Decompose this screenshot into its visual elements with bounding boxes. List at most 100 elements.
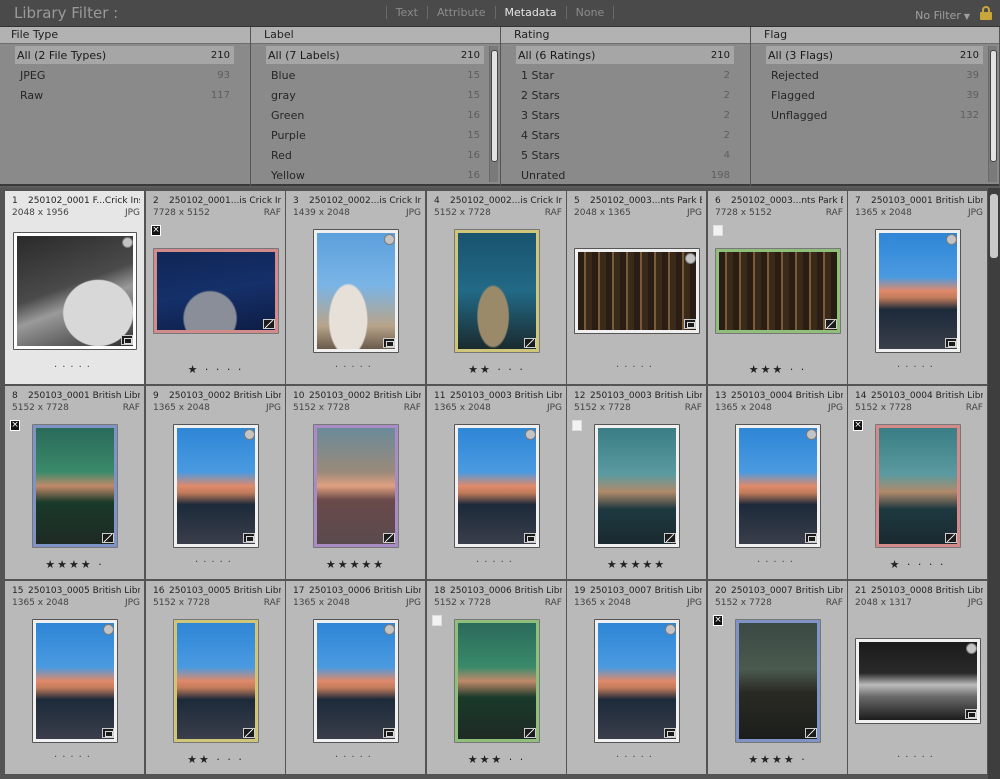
quick-collection-icon[interactable] [525, 429, 536, 440]
filter-row[interactable]: Green 16 [251, 106, 486, 126]
thumbnail-cell[interactable]: 20 250103_0007 British Library 5152 x 7728… [708, 581, 847, 774]
filter-row[interactable]: 5 Stars 4 [501, 146, 736, 166]
crop-badge-icon[interactable] [243, 533, 255, 543]
thumbnail-frame[interactable] [855, 638, 981, 724]
star-rating[interactable]: ····· [567, 362, 706, 373]
crop-badge-icon[interactable] [383, 728, 395, 738]
thumbnail-frame[interactable] [594, 619, 680, 743]
thumbnail-cell[interactable]: 17 250103_0006 British Library 1365 x 2048… [286, 581, 425, 774]
thumbnail-image[interactable] [879, 428, 957, 544]
column-header[interactable]: File Type [0, 27, 250, 44]
thumbnail-image[interactable] [879, 233, 957, 349]
star-rating[interactable]: ····· [286, 752, 425, 763]
quick-collection-icon[interactable] [946, 234, 957, 245]
filter-row[interactable]: Flagged 39 [751, 86, 985, 106]
filter-row[interactable]: All (2 File Types) 210 [15, 46, 234, 64]
thumbnail-frame[interactable] [32, 424, 118, 548]
develop-adjustments-icon[interactable] [805, 728, 817, 738]
thumbnail-image[interactable] [157, 252, 275, 330]
quick-collection-icon[interactable] [122, 237, 133, 248]
thumbnail-cell[interactable]: 6 250102_0003...nts Park Estate 7728 x 515… [708, 191, 847, 384]
quick-collection-icon[interactable] [103, 624, 114, 635]
crop-badge-icon[interactable] [383, 338, 395, 348]
thumbnail-cell[interactable]: 21 250103_0008 British Library 2048 x 1317… [848, 581, 987, 774]
star-rating[interactable]: ★★★★★ [567, 558, 706, 571]
filter-row[interactable]: 1 Star 2 [501, 66, 736, 86]
thumbnail-frame[interactable] [454, 424, 540, 548]
quick-collection-icon[interactable] [685, 253, 696, 264]
quick-collection-icon[interactable] [665, 624, 676, 635]
column-header[interactable]: Rating [501, 27, 750, 44]
thumbnail-frame[interactable] [574, 248, 700, 334]
thumbnail-image[interactable] [177, 623, 255, 739]
tab-text[interactable]: Text [385, 6, 428, 19]
thumbnail-image[interactable] [177, 428, 255, 544]
thumbnail-cell[interactable]: 5 250102_0003...nts Park Estate 2048 x 136… [567, 191, 706, 384]
develop-adjustments-icon[interactable] [383, 533, 395, 543]
quick-collection-icon[interactable] [244, 429, 255, 440]
thumbnail-frame[interactable] [173, 619, 259, 743]
thumbnail-cell[interactable]: 14 250103_0004 British Library 5152 x 7728… [848, 386, 987, 579]
thumbnail-cell[interactable]: 3 250102_0002...is Crick Institute 1439 x … [286, 191, 425, 384]
thumbnail-cell[interactable]: 10 250103_0002 British Library 5152 x 7728… [286, 386, 425, 579]
quick-collection-icon[interactable] [384, 234, 395, 245]
star-rating[interactable]: ····· [286, 362, 425, 373]
pick-flag-icon[interactable] [713, 225, 723, 236]
thumbnail-image[interactable] [719, 252, 837, 330]
tab-attribute[interactable]: Attribute [428, 6, 496, 19]
crop-badge-icon[interactable] [805, 533, 817, 543]
star-rating[interactable]: ····· [848, 362, 987, 373]
filter-row[interactable]: Unrated 198 [501, 166, 736, 186]
rejected-flag-icon[interactable]: × [713, 615, 723, 626]
thumbnail-cell[interactable]: 1 250102_0001 F...Crick Institute 2048 x 1… [5, 191, 144, 384]
star-rating[interactable]: ★★★★★ [286, 558, 425, 571]
crop-badge-icon[interactable] [945, 338, 957, 348]
thumbnail-image[interactable] [17, 236, 133, 346]
develop-adjustments-icon[interactable] [243, 728, 255, 738]
quick-collection-icon[interactable] [966, 643, 977, 654]
tab-none[interactable]: None [567, 6, 615, 19]
thumbnail-frame[interactable] [715, 248, 841, 334]
filter-row[interactable]: All (6 Ratings) 210 [516, 46, 734, 64]
tab-metadata[interactable]: Metadata [496, 6, 567, 19]
thumbnail-frame[interactable] [153, 248, 279, 334]
thumbnail-frame[interactable] [735, 424, 821, 548]
develop-adjustments-icon[interactable] [825, 319, 837, 329]
thumbnail-cell[interactable]: 18 250103_0006 British Library 5152 x 7728… [427, 581, 566, 774]
filter-row[interactable]: All (7 Labels) 210 [266, 46, 484, 64]
crop-badge-icon[interactable] [121, 335, 133, 345]
column-header[interactable]: Label [251, 27, 500, 44]
thumbnail-cell[interactable]: 13 250103_0004 British Library 1365 x 2048… [708, 386, 847, 579]
thumbnail-image[interactable] [598, 428, 676, 544]
filter-row[interactable]: Blue 15 [251, 66, 486, 86]
thumbnail-frame[interactable] [313, 619, 399, 743]
grid-scrollbar[interactable] [988, 188, 1000, 779]
thumbnail-cell[interactable]: 9 250103_0002 British Library 1365 x 2048 J… [146, 386, 285, 579]
thumbnail-image[interactable] [578, 252, 696, 330]
column-scrollbar[interactable] [489, 46, 498, 182]
star-rating[interactable]: ★★★★ · [708, 753, 847, 766]
crop-badge-icon[interactable] [524, 533, 536, 543]
thumbnail-image[interactable] [739, 623, 817, 739]
grid-scrollbar-thumb[interactable] [990, 194, 998, 258]
thumbnail-frame[interactable] [875, 424, 961, 548]
thumbnail-image[interactable] [36, 623, 114, 739]
rejected-flag-icon[interactable]: × [151, 225, 161, 236]
filter-row[interactable]: 4 Stars 2 [501, 126, 736, 146]
filter-row[interactable]: Red 16 [251, 146, 486, 166]
filter-row[interactable]: 2 Stars 2 [501, 86, 736, 106]
develop-adjustments-icon[interactable] [945, 533, 957, 543]
thumbnail-frame[interactable] [313, 229, 399, 353]
thumbnail-frame[interactable] [454, 229, 540, 353]
thumbnail-image[interactable] [458, 428, 536, 544]
thumbnail-image[interactable] [317, 428, 395, 544]
thumbnail-frame[interactable] [454, 619, 540, 743]
quick-collection-icon[interactable] [384, 624, 395, 635]
column-scrollbar[interactable] [988, 46, 997, 182]
thumbnail-cell[interactable]: 8 250103_0001 British Library 5152 x 7728 R… [5, 386, 144, 579]
star-rating[interactable]: ····· [848, 752, 987, 763]
develop-adjustments-icon[interactable] [524, 338, 536, 348]
thumbnail-frame[interactable] [173, 424, 259, 548]
crop-badge-icon[interactable] [684, 319, 696, 329]
filter-row[interactable]: 3 Stars 2 [501, 106, 736, 126]
